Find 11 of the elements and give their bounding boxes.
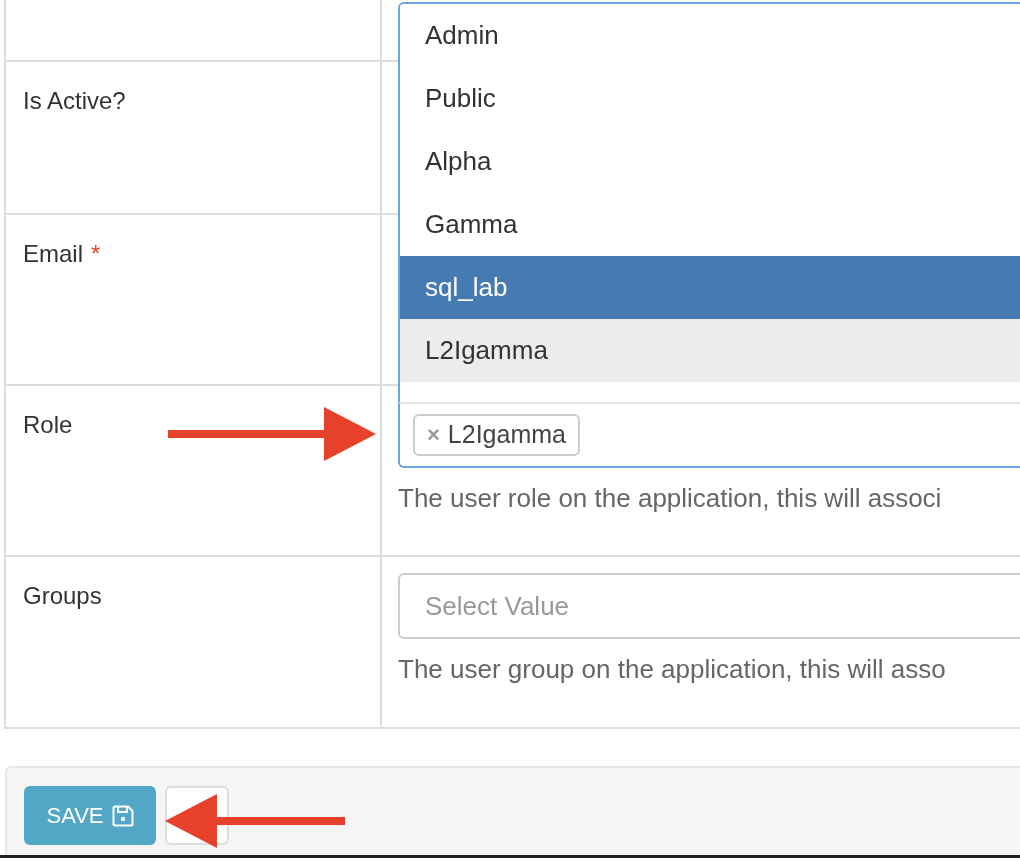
role-select[interactable]: × L2Igamma bbox=[398, 402, 1020, 468]
field-label: Groups bbox=[23, 581, 102, 611]
dropdown-option[interactable]: L2Igamma bbox=[400, 319, 1020, 382]
field-label: Role bbox=[23, 410, 73, 440]
help-text: The user group on the application, this will asso bbox=[398, 653, 947, 685]
required-marker: * bbox=[91, 239, 101, 269]
dropdown-option[interactable]: sql_lab bbox=[400, 256, 1020, 319]
help-text: The user role on the application, this will associ bbox=[398, 482, 943, 514]
field-label: Email bbox=[23, 239, 83, 269]
tag-label: L2Igamma bbox=[447, 419, 566, 451]
field-label: Is Active? bbox=[23, 86, 126, 116]
